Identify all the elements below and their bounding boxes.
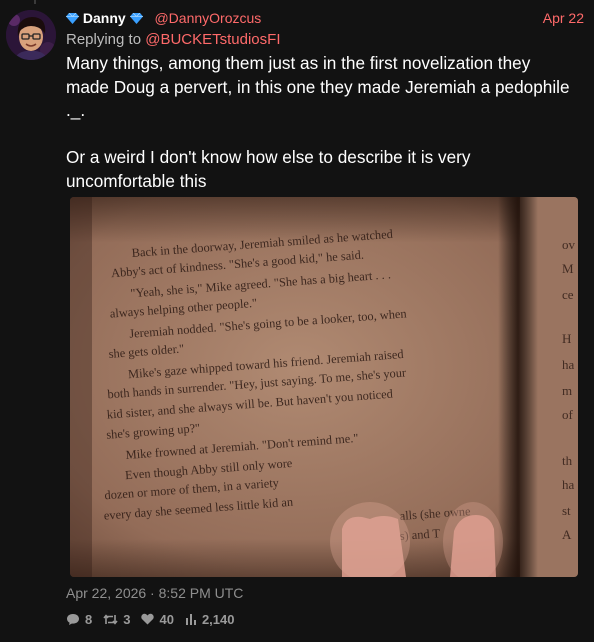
right-page-fragment: st [562,503,571,518]
views-stat[interactable]: 2,140 [185,611,235,627]
replying-to: Replying to @BUCKETstudiosFI [66,31,280,48]
avatar[interactable] [6,10,56,60]
right-page-fragment: m [562,383,572,398]
thread-connector-line [34,0,36,4]
like-stat[interactable]: 40 [141,611,174,627]
retweet-icon [103,613,118,625]
tweet-header: Danny @DannyOrozcus Apr 22 [66,10,584,28]
tweet-timestamp[interactable]: Apr 22, 2026 · 8:52 PM UTC [66,585,243,601]
comment-stat[interactable]: 8 [66,612,92,627]
right-page-fragment: ha [562,357,575,372]
right-page-fragment: th [562,453,573,468]
like-count: 40 [159,611,174,627]
author-name[interactable]: Danny [83,10,126,26]
right-page-fragment: M [562,261,574,276]
right-page-fragment: of [562,407,574,422]
tweet-image[interactable]: Back in the doorway, Jeremiah smiled as … [70,197,578,577]
tweet-paragraph: Many things, among them just as in the f… [66,53,570,120]
retweet-count: 3 [123,611,131,627]
book-page-photo: Back in the doorway, Jeremiah smiled as … [70,197,578,577]
tweet-card: Danny @DannyOrozcus Apr 22 Replying to @… [0,0,594,642]
avatar-image [6,10,56,60]
heart-icon [141,613,155,625]
views-count: 2,140 [201,611,235,627]
right-page-fragment: ce [562,287,574,302]
retweet-stat[interactable]: 3 [103,612,130,627]
replying-to-label: Replying to [66,31,142,48]
diamond-icon [66,11,79,27]
right-page-fragment: ha [562,477,575,492]
comment-icon [67,613,79,625]
right-page-fragment: ov [562,237,576,252]
tweet-text: Many things, among them just as in the f… [66,52,578,193]
right-page-fragment: A [562,527,572,542]
replying-to-handle[interactable]: @BUCKETstudiosFI [145,31,280,48]
author-handle[interactable]: @DannyOrozcus [154,10,261,26]
bar-chart-icon [185,614,196,625]
comment-count: 8 [85,611,93,627]
tweet-paragraph: Or a weird I don't know how else to desc… [66,147,471,191]
tweet-stats: 8 3 40 2,140 [66,610,245,628]
diamond-icon [129,11,143,27]
tweet-date-link[interactable]: Apr 22 [543,10,584,26]
right-page-fragment: H [562,331,571,346]
